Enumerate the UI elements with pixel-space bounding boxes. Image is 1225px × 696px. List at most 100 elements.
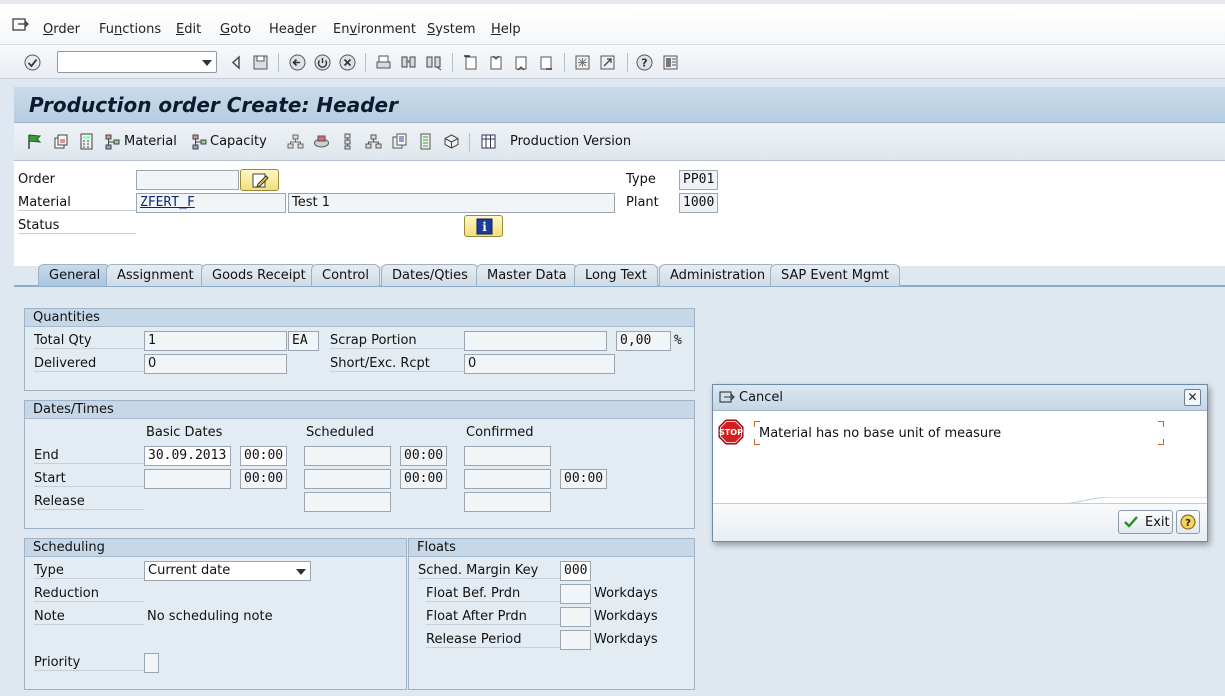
scheduling-type-dropdown[interactable]: Current date (144, 561, 311, 581)
object-cube-icon[interactable] (443, 133, 460, 150)
menu-bar: Order Functions Edit Goto Header Environ… (0, 0, 1225, 44)
last-page-icon[interactable] (537, 54, 554, 71)
layout-menu-icon[interactable] (662, 54, 679, 71)
toolbar-separator (627, 53, 628, 72)
type-label: Type (626, 172, 656, 187)
shortcut-icon[interactable] (599, 54, 616, 71)
hierarchy-icon[interactable] (287, 133, 304, 150)
quantities-group-title: Quantities (25, 309, 694, 327)
start-scheduled-time-value: 00:00 (404, 471, 444, 486)
tab-dates-qties[interactable]: Dates/Qties (381, 264, 479, 286)
delivered-value: 0 (148, 356, 157, 371)
tab-control[interactable]: Control (311, 264, 380, 286)
cancel-icon[interactable] (339, 54, 356, 71)
page-title: Production order Create: Header (29, 93, 398, 117)
float-after-prdn-field (560, 607, 591, 627)
chevron-down-icon[interactable] (202, 60, 212, 66)
order-field[interactable] (136, 170, 239, 190)
help-icon[interactable]: ? (636, 54, 653, 71)
costs-calculator-icon[interactable] (78, 133, 95, 150)
first-page-icon[interactable] (462, 54, 479, 71)
check-material-icon[interactable] (52, 133, 69, 150)
sched-margin-key-field[interactable]: 000 (560, 561, 591, 581)
status-info-button[interactable]: i (464, 215, 503, 237)
float-after-prdn-label: Float After Prdn (426, 609, 560, 625)
release-scheduled-date-field (304, 492, 391, 512)
tab-assignment[interactable]: Assignment (106, 264, 205, 286)
scrap-portion-field[interactable] (464, 331, 607, 351)
print-order-icon[interactable] (313, 133, 330, 150)
capacity-icon[interactable] (191, 133, 208, 150)
note-label: Note (34, 609, 144, 625)
svg-text:i: i (482, 220, 487, 234)
short-exc-rcpt-label: Short/Exc. Rcpt (330, 356, 464, 372)
floats-group-title: Floats (409, 539, 694, 557)
production-version-button-label[interactable]: Production Version (510, 134, 631, 149)
command-field[interactable] (57, 51, 217, 73)
exit-icon[interactable] (314, 54, 331, 71)
operations-icon[interactable] (417, 133, 434, 150)
dates-times-group-title: Dates/Times (25, 401, 694, 419)
print-icon[interactable] (375, 54, 392, 71)
end-basic-time-field[interactable]: 00:00 (240, 446, 287, 466)
material-field[interactable]: ZFERT_F (136, 193, 286, 213)
tab-sap-event-mgmt[interactable]: SAP Event Mgmt (770, 264, 900, 286)
order-type-field: PP01 (679, 170, 718, 190)
create-session-icon[interactable] (574, 54, 591, 71)
production-version-icon[interactable] (480, 133, 497, 150)
menu-edit[interactable]: Edit (176, 22, 201, 37)
scrap-percent-field[interactable]: 0,00 (616, 331, 671, 351)
tab-administration[interactable]: Administration (659, 264, 777, 286)
float-before-unit: Workdays (594, 586, 658, 601)
start-basic-date-field[interactable] (144, 469, 231, 489)
dialog-message: Material has no base unit of measure (759, 426, 1002, 441)
menu-order[interactable]: Order (43, 22, 80, 37)
dialog-help-button[interactable]: ? (1176, 510, 1200, 534)
toolbar-separator (365, 53, 366, 72)
next-page-icon[interactable] (512, 54, 529, 71)
sched-margin-key-label: Sched. Margin Key (418, 563, 560, 579)
structure-icon[interactable] (365, 133, 382, 150)
float-before-prdn-label: Float Bef. Prdn (426, 586, 560, 602)
tab-master-data[interactable]: Master Data (476, 264, 578, 286)
exit-button[interactable]: Exit (1118, 510, 1173, 534)
material-components-icon[interactable] (104, 133, 121, 150)
toolbar-separator (469, 133, 470, 152)
menu-system[interactable]: System (427, 22, 476, 37)
back-icon[interactable] (289, 54, 306, 71)
close-icon[interactable]: ✕ (1184, 389, 1201, 406)
capacity-button-label[interactable]: Capacity (210, 134, 267, 149)
find-next-icon[interactable] (425, 54, 442, 71)
short-exc-rcpt-value: 0 (468, 356, 477, 371)
tab-long-text[interactable]: Long Text (574, 264, 658, 286)
save-icon[interactable] (252, 54, 269, 71)
unit-field[interactable]: EA (288, 331, 319, 351)
menu-header[interactable]: Header (269, 22, 316, 37)
end-basic-date-value: 30.09.2013 (148, 448, 227, 463)
enter-icon[interactable] (24, 54, 41, 71)
tab-goods-receipt[interactable]: Goods Receipt (201, 264, 317, 286)
chevron-down-icon[interactable] (296, 569, 306, 575)
documents-icon[interactable] (391, 133, 408, 150)
end-basic-date-field[interactable]: 30.09.2013 (144, 446, 231, 466)
start-basic-time-field[interactable]: 00:00 (240, 469, 287, 489)
menu-help[interactable]: Help (491, 22, 521, 37)
scheduling-note-value: No scheduling note (147, 609, 273, 624)
total-qty-field[interactable]: 1 (144, 331, 287, 351)
order-label: Order (18, 172, 55, 187)
sequences-icon[interactable] (339, 133, 356, 150)
menu-functions[interactable]: Functions (99, 22, 161, 37)
release-period-field (560, 630, 591, 650)
priority-field[interactable] (144, 653, 159, 673)
exit-session-icon[interactable] (12, 17, 30, 32)
edit-order-button[interactable] (240, 169, 279, 191)
release-flag-icon[interactable] (26, 133, 43, 150)
start-confirmed-date-field (464, 469, 551, 489)
menu-goto[interactable]: Goto (220, 22, 251, 37)
back-triangle-icon[interactable] (228, 54, 245, 71)
find-icon[interactable] (400, 54, 417, 71)
previous-page-icon[interactable] (487, 54, 504, 71)
material-button-label[interactable]: Material (124, 134, 177, 149)
menu-environment[interactable]: Environment (333, 22, 416, 37)
tab-general[interactable]: General (38, 264, 112, 286)
